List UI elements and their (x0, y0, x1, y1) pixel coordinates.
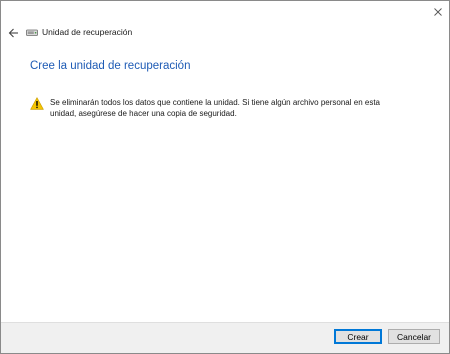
window-title: Unidad de recuperación (42, 27, 133, 37)
recovery-drive-window: Unidad de recuperación Cree la unidad de… (0, 0, 450, 354)
create-button[interactable]: Crear (334, 329, 382, 344)
close-button[interactable] (427, 1, 449, 23)
page-title: Cree la unidad de recuperación (30, 60, 191, 72)
button-bar: Crear Cancelar (1, 322, 449, 353)
title-bar (1, 1, 449, 23)
back-button[interactable] (5, 25, 21, 41)
close-icon (434, 8, 442, 16)
back-arrow-icon (8, 28, 18, 38)
drive-icon (26, 29, 38, 36)
navigation-row: Unidad de recuperación (1, 23, 449, 43)
warning-message: Se eliminarán todos los datos que contie… (50, 98, 380, 118)
cancel-button[interactable]: Cancelar (388, 329, 440, 344)
warning-icon (30, 97, 44, 110)
